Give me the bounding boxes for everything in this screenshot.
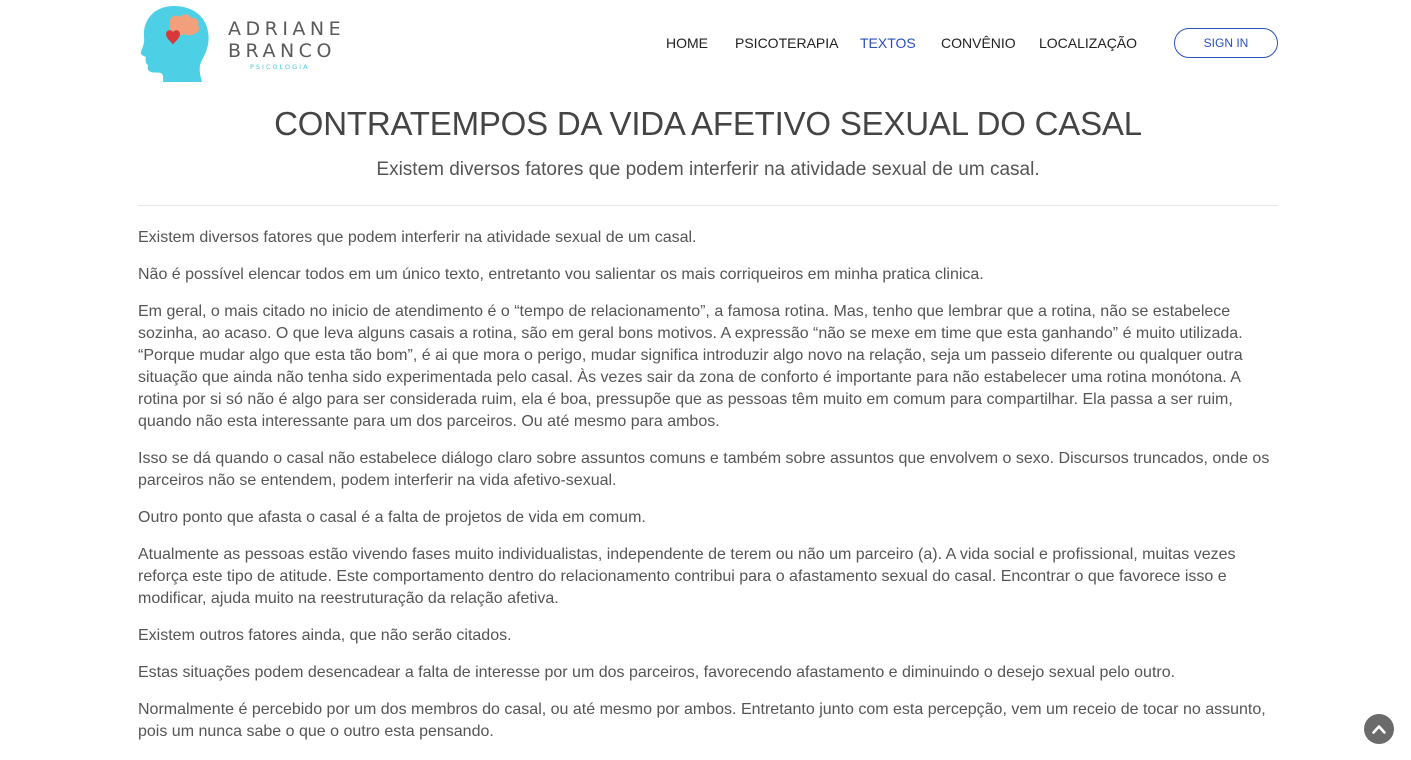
page-subtitle: Existem diversos fatores que podem inter…	[376, 159, 1040, 180]
nav-item-localizacao[interactable]: LOCALIZAÇÃO	[1039, 34, 1137, 52]
article-paragraph: Atualmente as pessoas estão vivendo fase…	[138, 546, 1236, 607]
article-paragraph: Normalmente é percebido por um dos membr…	[138, 701, 1266, 740]
article-paragraph: Em geral, o mais citado no inicio de ate…	[138, 303, 1243, 430]
article-paragraph: Outro ponto que afasta o casal é a falta…	[138, 509, 646, 526]
site-header: ADRIANE BRANCO PSICOLOGIA HOME PSICOTERA…	[0, 0, 1411, 90]
article-paragraph: Não é possível elencar todos em um único…	[138, 266, 984, 283]
nav-item-psicoterapia[interactable]: PSICOTERAPIA	[735, 34, 838, 52]
article-body: Existem diversos fatores que podem inter…	[138, 227, 1278, 758]
scroll-to-top-button[interactable]	[1364, 714, 1394, 744]
sign-in-button[interactable]: SIGN IN	[1174, 28, 1278, 58]
nav-item-home[interactable]: HOME	[666, 34, 708, 52]
title-divider	[138, 205, 1278, 206]
article-paragraph: Existem outros fatores ainda, que não se…	[138, 627, 512, 644]
article-paragraph: Isso se dá quando o casal não estabelece…	[138, 450, 1270, 489]
chevron-up-icon	[1372, 725, 1386, 734]
nav-item-textos[interactable]: TEXTOS	[860, 34, 916, 52]
logo-tagline: PSICOLOGIA	[250, 63, 310, 71]
page-title: CONTRATEMPOS DA VIDA AFETIVO SEXUAL DO C…	[274, 105, 1142, 142]
article-paragraph: Existem diversos fatores que podem inter…	[138, 229, 697, 246]
nav-item-convenio[interactable]: CONVÊNIO	[941, 34, 1016, 52]
article-paragraph: Estas situações podem desencadear a falt…	[138, 664, 1176, 681]
